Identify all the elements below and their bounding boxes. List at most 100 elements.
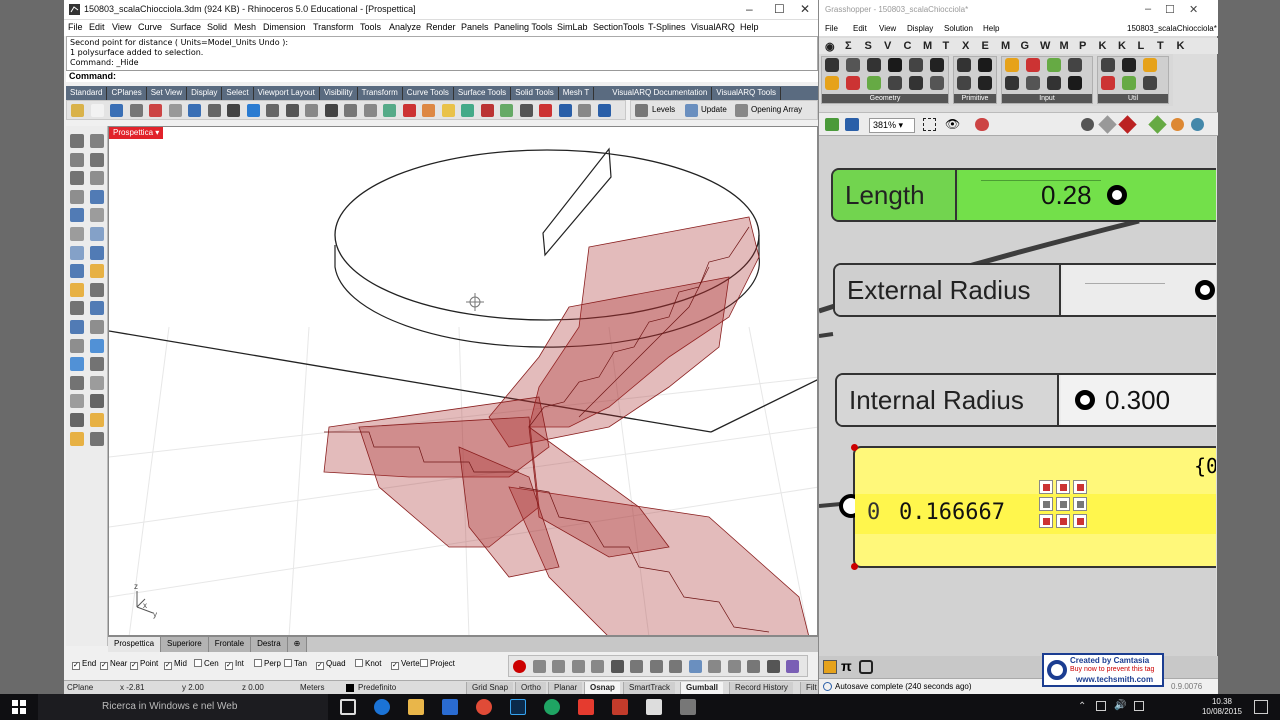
tab-mesh-tools[interactable]: Mesh T — [558, 87, 595, 100]
tab-solid-tools[interactable]: Solid Tools — [511, 87, 559, 100]
tab-viewport-layout[interactable]: Viewport Layout — [253, 87, 320, 100]
selected-preview-icon[interactable] — [1148, 115, 1167, 134]
snap-tool-icon[interactable] — [610, 660, 624, 673]
snap-tool-icon[interactable] — [727, 660, 741, 673]
toolbox-tool-icon[interactable] — [70, 245, 84, 260]
keyboard-icon[interactable] — [1134, 701, 1144, 711]
tab-display[interactable]: Display — [187, 87, 223, 100]
gh-canvas[interactable]: Length 0.28 External Radius Internal Rad… — [819, 136, 1216, 656]
gh-component-icon[interactable] — [1047, 76, 1061, 90]
output-panel[interactable]: {0 0 0.166667 — [839, 444, 1216, 570]
menu-file[interactable]: File — [68, 22, 83, 32]
command-prompt[interactable]: Command: — [66, 70, 818, 82]
menu-curve[interactable]: Curve — [138, 22, 162, 32]
toolbar-tool-icon[interactable] — [539, 104, 552, 117]
length-slider-track[interactable]: 0.28 — [959, 170, 1216, 220]
panel-format-icon[interactable] — [1056, 514, 1070, 528]
toolbox-tool-icon[interactable] — [70, 152, 84, 167]
osnap-cen[interactable]: Cen — [194, 659, 219, 668]
ortho-toggle[interactable]: Ortho — [515, 682, 547, 694]
smarttrack-toggle[interactable]: SmartTrack — [623, 682, 676, 694]
osnap-checkbox[interactable]: ✓ — [72, 662, 80, 670]
preview-settings-icon[interactable] — [1171, 118, 1184, 131]
params-tab-icon[interactable]: ◉ — [825, 40, 835, 53]
panel-format-icon[interactable] — [1056, 480, 1070, 494]
osnap-quad[interactable]: ✓ Quad — [316, 659, 346, 670]
gh-component-icon[interactable] — [978, 76, 992, 90]
gh-maximize-button[interactable]: ☐ — [1165, 3, 1175, 16]
menu-view[interactable]: View — [112, 22, 131, 32]
sketch-icon[interactable] — [975, 118, 989, 131]
tab-surface-tools[interactable]: Surface Tools — [453, 87, 512, 100]
toolbox-tool-icon[interactable] — [70, 375, 84, 390]
tab-prospettica[interactable]: Prospettica — [108, 637, 162, 652]
hexagon-icon[interactable] — [859, 660, 873, 674]
opening-array-button[interactable]: Opening Array — [751, 105, 802, 114]
tab-cplanes[interactable]: CPlanes — [107, 87, 147, 100]
menu-solid[interactable]: Solid — [207, 22, 227, 32]
toolbox-tool-icon[interactable] — [90, 431, 104, 446]
viewport-title[interactable]: Prospettica ▾ — [109, 127, 164, 139]
toolbox-tool-icon[interactable] — [70, 227, 84, 241]
toolbar-tool-icon[interactable] — [324, 104, 338, 117]
grid-snap-toggle[interactable]: Grid Snap — [466, 682, 514, 694]
gh-tab[interactable]: K — [1099, 40, 1107, 52]
external-radius-slider[interactable]: External Radius — [833, 263, 1216, 317]
tray-chevron-icon[interactable]: ⌃ — [1078, 701, 1086, 712]
toolbox-tool-icon[interactable] — [70, 189, 84, 204]
external-radius-track[interactable] — [1063, 265, 1216, 315]
toolbox-tool-icon[interactable] — [90, 301, 104, 316]
zoom-extents-icon[interactable] — [923, 118, 936, 131]
snap-tool-icon[interactable] — [649, 660, 663, 673]
toolbox-tool-icon[interactable] — [90, 413, 104, 427]
gh-tab[interactable]: X — [962, 40, 969, 52]
toolbar-tool-icon[interactable] — [441, 104, 455, 117]
toolbar-tool-icon[interactable] — [285, 104, 299, 117]
save-file-icon[interactable] — [845, 118, 859, 131]
gh-tab[interactable]: K — [1118, 40, 1126, 52]
osnap-toggle[interactable]: Osnap — [584, 682, 620, 694]
toolbar-tool-icon[interactable] — [129, 104, 143, 117]
osnap-checkbox[interactable]: ✓ — [130, 662, 138, 670]
add-viewport-icon[interactable]: ⊕ — [287, 637, 308, 652]
osnap-project[interactable]: Project — [420, 659, 455, 668]
tab-destra[interactable]: Destra — [251, 637, 288, 652]
toolbox-tool-icon[interactable] — [70, 208, 84, 223]
gh-tab[interactable]: V — [884, 40, 891, 52]
toolbar-tool-icon[interactable] — [461, 104, 474, 117]
toolbox-tool-icon[interactable] — [90, 264, 104, 279]
osnap-checkbox[interactable] — [284, 659, 292, 667]
maximize-button[interactable]: ☐ — [774, 2, 785, 16]
snap-tool-icon[interactable] — [591, 660, 604, 673]
gh-tab[interactable]: K — [1177, 40, 1185, 52]
toolbox-tool-icon[interactable] — [70, 301, 84, 316]
gh-tab[interactable]: G — [1021, 40, 1030, 52]
osnap-near[interactable]: ✓ Near — [100, 659, 127, 670]
internal-radius-track[interactable]: 0.300 — [1061, 375, 1216, 425]
taskbar-search[interactable]: Ricerca in Windows e nel Web — [38, 694, 328, 720]
snap-tool-icon[interactable] — [513, 660, 526, 673]
tab-select[interactable]: Select — [222, 87, 254, 100]
osnap-checkbox[interactable]: ✓ — [100, 662, 108, 670]
toolbox-tool-icon[interactable] — [90, 357, 104, 372]
gumball-cursor-icon[interactable] — [466, 293, 484, 311]
toolbox-tool-icon[interactable] — [90, 394, 104, 409]
pi-icon[interactable]: π — [841, 658, 852, 674]
menu-tsplines[interactable]: T-Splines — [648, 22, 686, 32]
tab-visibility[interactable]: Visibility — [319, 87, 358, 100]
task-view-icon[interactable] — [340, 699, 356, 715]
toolbar-tool-icon[interactable] — [149, 104, 162, 117]
gh-tab[interactable]: S — [865, 40, 872, 52]
toolbar-tool-icon[interactable] — [597, 104, 611, 117]
toolbox-tool-icon[interactable] — [90, 320, 104, 334]
osnap-end[interactable]: ✓ End — [72, 659, 96, 670]
mail-icon[interactable] — [646, 699, 662, 715]
osnap-checkbox[interactable]: ✓ — [391, 662, 399, 670]
gh-component-icon[interactable] — [1143, 58, 1157, 72]
osnap-checkbox[interactable] — [355, 659, 363, 667]
snap-tool-icon[interactable] — [571, 660, 585, 673]
menu-tools[interactable]: Tools — [360, 22, 381, 32]
toolbox-tool-icon[interactable] — [70, 338, 84, 353]
snap-tool-icon[interactable] — [669, 660, 682, 673]
gh-component-icon[interactable] — [957, 58, 971, 72]
